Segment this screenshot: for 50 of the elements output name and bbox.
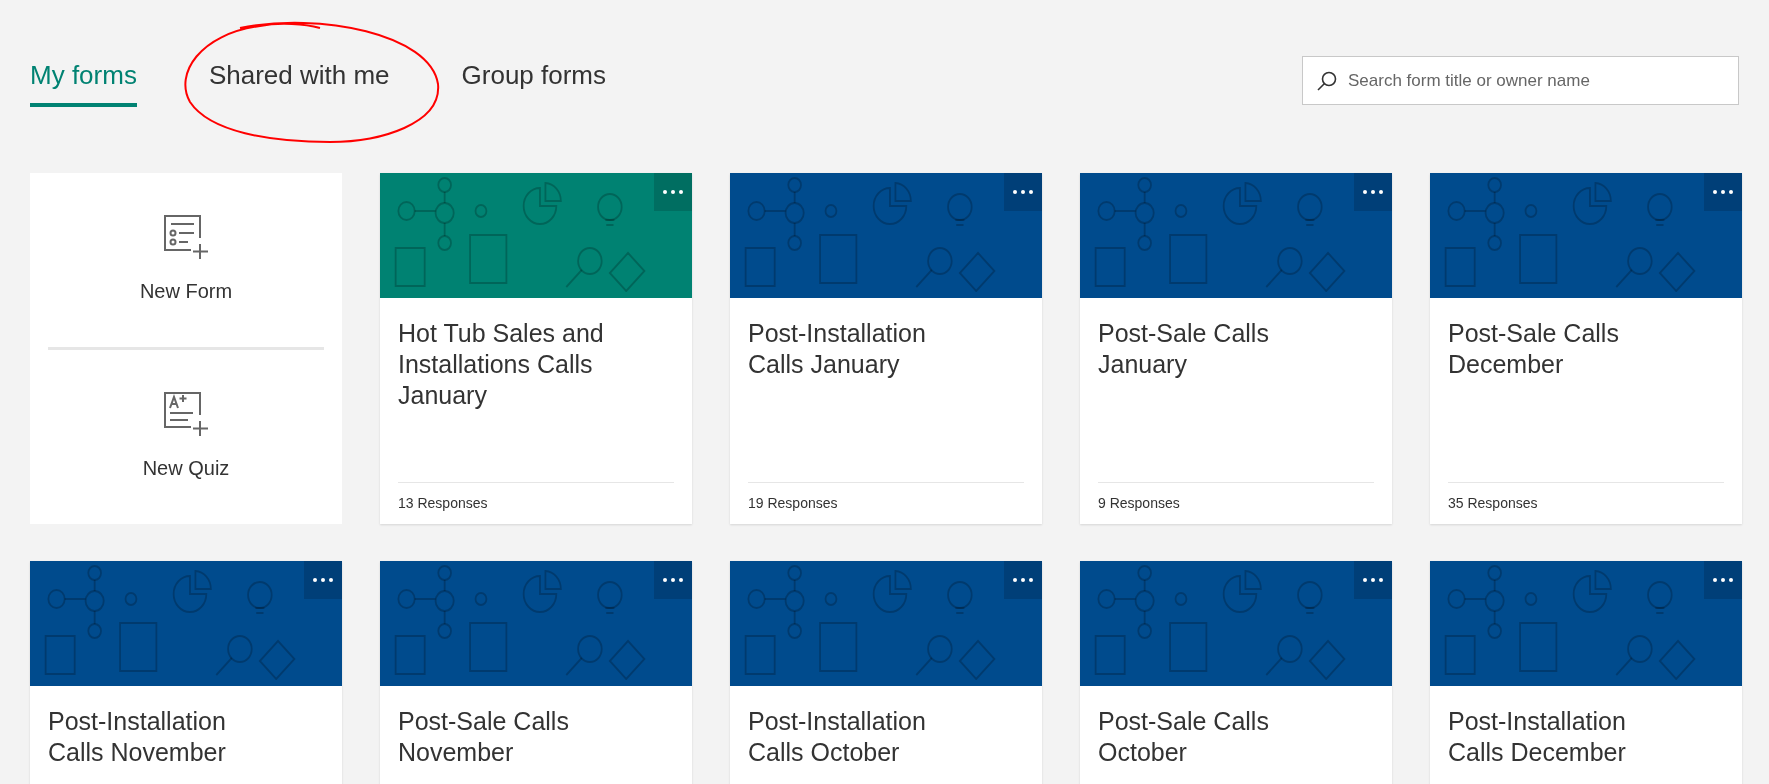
- form-card[interactable]: Post-Sale Calls December 35 Responses: [1430, 173, 1742, 524]
- form-title: Post-Sale Calls December: [1448, 318, 1620, 380]
- more-icon: [1013, 190, 1033, 194]
- form-title: Post-Installation Calls October: [748, 706, 927, 768]
- new-form-icon: [163, 214, 209, 260]
- more-options-button[interactable]: [1354, 561, 1392, 599]
- search-icon: [1316, 69, 1338, 92]
- more-icon: [1363, 190, 1383, 194]
- form-title: Post-Sale Calls January: [1098, 318, 1270, 380]
- new-quiz-icon: [163, 391, 209, 437]
- form-card[interactable]: Post-Installation Calls January 19 Responses: [730, 173, 1042, 524]
- form-title: Post-Sale Calls October: [1098, 706, 1270, 768]
- response-count: 13 Responses: [398, 494, 489, 513]
- form-card[interactable]: Post-Installation Calls October: [730, 561, 1042, 784]
- tab[interactable]: Group forms: [461, 56, 607, 107]
- tab[interactable]: Shared with me: [208, 56, 390, 107]
- more-options-button[interactable]: [1704, 561, 1742, 599]
- form-title: Post-Installation Calls November: [48, 706, 227, 768]
- search-input[interactable]: Search form title or owner name: [1348, 67, 1725, 94]
- form-title: Post-Installation Calls January: [748, 318, 927, 380]
- new-item-button[interactable]: New Form: [48, 173, 324, 347]
- more-options-button[interactable]: [1004, 561, 1042, 599]
- more-options-button[interactable]: [304, 561, 342, 599]
- tab[interactable]: My forms: [30, 56, 137, 107]
- more-options-button[interactable]: [1704, 173, 1742, 211]
- form-card[interactable]: Hot Tub Sales and Installations Calls January 13 Responses: [380, 173, 692, 524]
- more-icon: [1713, 578, 1733, 582]
- more-options-button[interactable]: [1354, 173, 1392, 211]
- form-card[interactable]: Post-Installation Calls November: [30, 561, 342, 784]
- search-field[interactable]: Search form title or owner name: [1302, 56, 1739, 105]
- more-icon: [663, 190, 683, 194]
- more-options-button[interactable]: [654, 173, 692, 211]
- more-icon: [1013, 578, 1033, 582]
- more-icon: [313, 578, 333, 582]
- form-card[interactable]: Post-Sale Calls November: [380, 561, 692, 784]
- form-card[interactable]: Post-Sale Calls October: [1080, 561, 1392, 784]
- form-title: Hot Tub Sales and Installations Calls January: [398, 318, 605, 411]
- form-card[interactable]: Post-Sale Calls January 9 Responses: [1080, 173, 1392, 524]
- more-icon: [663, 578, 683, 582]
- response-count: 9 Responses: [1098, 494, 1181, 513]
- more-icon: [1363, 578, 1383, 582]
- more-icon: [1713, 190, 1733, 194]
- response-count: 19 Responses: [748, 494, 839, 513]
- form-title: Post-Sale Calls November: [398, 706, 570, 768]
- more-options-button[interactable]: [654, 561, 692, 599]
- new-item-button[interactable]: New Quiz: [48, 350, 324, 524]
- form-title: Post-Installation Calls December: [1448, 706, 1627, 768]
- response-count: 35 Responses: [1448, 494, 1539, 513]
- more-options-button[interactable]: [1004, 173, 1042, 211]
- form-card[interactable]: Post-Installation Calls December: [1430, 561, 1742, 784]
